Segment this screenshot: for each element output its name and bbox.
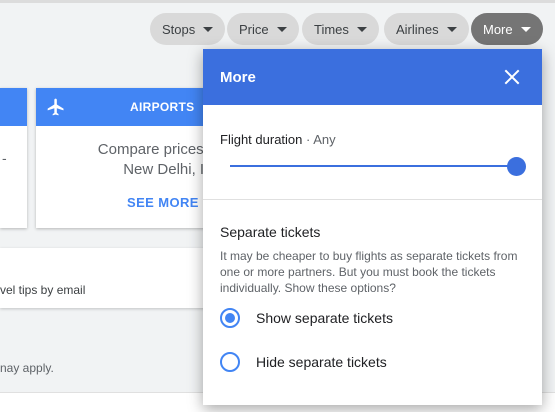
airports-card-title: AIRPORTS xyxy=(130,100,195,114)
flight-duration-value: Any xyxy=(313,132,336,147)
airports-card-body: Compare prices for air New Delhi, Ind xyxy=(52,140,216,180)
airports-card-body-line: New Delhi, Ind xyxy=(123,161,216,178)
more-filter-label: More xyxy=(483,21,513,37)
separate-tickets-title: Separate tickets xyxy=(220,224,321,240)
caret-down-icon xyxy=(276,26,287,32)
more-filters-panel: More Flight duration · Any Separate tick… xyxy=(203,49,542,405)
separate-tickets-description: It may be cheaper to buy flights as sepa… xyxy=(220,249,518,295)
partial-card-bullet: - xyxy=(2,150,7,166)
section-divider xyxy=(203,199,542,200)
show-separate-tickets-option[interactable]: Show separate tickets xyxy=(220,307,393,329)
partial-card-header xyxy=(0,88,27,126)
hide-separate-tickets-option[interactable]: Hide separate tickets xyxy=(220,351,387,373)
price-filter-label: Price xyxy=(239,21,269,37)
show-separate-tickets-label: Show separate tickets xyxy=(256,310,393,326)
partial-card: - xyxy=(0,88,27,228)
travel-tips-card: vel tips by email xyxy=(0,248,216,308)
flight-duration-title: Flight duration xyxy=(220,132,303,147)
footnote-text: nay apply. xyxy=(0,361,54,375)
airplane-icon xyxy=(47,98,64,116)
see-more-link[interactable]: SEE MORE xyxy=(127,195,199,210)
flight-duration-label: Flight duration · Any xyxy=(220,132,336,147)
stops-filter-label: Stops xyxy=(162,21,196,37)
caret-down-icon xyxy=(356,26,367,32)
times-filter-chip[interactable]: Times xyxy=(302,13,379,45)
more-panel-title: More xyxy=(220,68,256,86)
caret-down-icon xyxy=(520,26,531,32)
airports-card-body-line: Compare prices for air xyxy=(97,141,216,158)
more-panel-header: More xyxy=(203,49,542,105)
flight-duration-separator: · xyxy=(302,132,314,147)
stops-filter-chip[interactable]: Stops xyxy=(150,13,226,45)
travel-tips-text: vel tips by email xyxy=(0,283,86,297)
times-filter-label: Times xyxy=(314,21,349,37)
top-divider xyxy=(0,0,555,3)
close-button[interactable] xyxy=(502,67,522,87)
airports-card[interactable]: AIRPORTS Compare prices for air New Delh… xyxy=(36,88,216,228)
price-filter-chip[interactable]: Price xyxy=(227,13,299,45)
show-separate-tickets-radio[interactable] xyxy=(220,308,240,328)
caret-down-icon xyxy=(203,26,214,32)
hide-separate-tickets-label: Hide separate tickets xyxy=(256,354,387,370)
radio-selected-dot xyxy=(225,313,235,323)
airlines-filter-chip[interactable]: Airlines xyxy=(384,13,469,45)
close-icon xyxy=(504,69,520,85)
airports-card-header: AIRPORTS xyxy=(36,88,216,126)
flight-duration-slider-thumb[interactable] xyxy=(507,157,526,176)
caret-down-icon xyxy=(446,26,457,32)
hide-separate-tickets-radio[interactable] xyxy=(220,352,240,372)
airlines-filter-label: Airlines xyxy=(396,21,439,37)
flight-duration-slider-track[interactable] xyxy=(230,165,518,167)
more-filter-chip[interactable]: More xyxy=(471,13,543,45)
